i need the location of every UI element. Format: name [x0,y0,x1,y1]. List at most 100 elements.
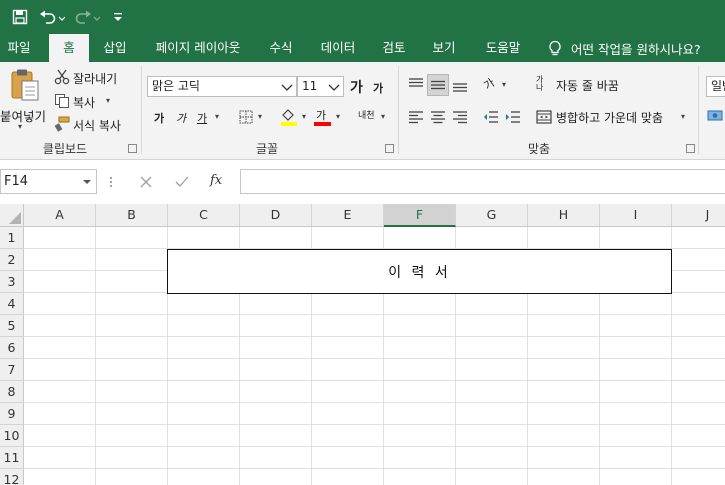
column-header[interactable]: A [24,204,96,227]
phonetic-dropdown-icon[interactable]: ▾ [381,112,385,121]
font-size-value: 11 [302,79,318,93]
orientation-button[interactable]: 가 [480,75,497,94]
format-painter-icon[interactable] [54,116,70,132]
column-header[interactable]: F [384,204,456,227]
tab-view[interactable]: 보기 [426,34,462,62]
copy-button[interactable]: 복사 [73,94,95,111]
row-header[interactable]: 3 [0,271,24,293]
merged-title-cell[interactable]: 이 력 서 [167,249,672,294]
top-align-icon[interactable] [406,74,426,94]
row-header[interactable]: 1 [0,227,24,249]
row-header[interactable]: 6 [0,337,24,359]
align-left-icon[interactable] [406,108,426,126]
row-header[interactable]: 12 [0,469,24,485]
tab-data[interactable]: 데이터 [314,34,362,62]
chevron-down-icon [328,84,340,91]
cut-icon[interactable] [54,69,70,85]
gridline [24,468,725,469]
tab-help[interactable]: 도움말 [478,34,528,62]
phonetic-guide-button[interactable]: 내천 [358,108,375,121]
merge-center-button[interactable]: 병합하고 가운데 맞춤 [556,109,663,126]
increase-indent-icon[interactable] [503,108,523,126]
tab-insert[interactable]: 삽입 [94,34,136,62]
shrink-font-button[interactable]: 가 [373,80,383,96]
row-header[interactable]: 4 [0,293,24,315]
formula-bar: F14 fx [0,161,725,203]
chevron-down-icon [83,180,91,184]
grow-font-button[interactable]: 가 [350,77,363,97]
alignment-launcher-icon[interactable] [686,144,695,153]
column-header[interactable]: E [312,204,384,227]
column-header[interactable]: I [600,204,672,227]
row-header[interactable]: 10 [0,425,24,447]
borders-dropdown-icon[interactable]: ▾ [258,112,262,121]
decrease-indent-icon[interactable] [481,108,501,126]
copy-dropdown-icon[interactable]: ▾ [106,96,110,105]
font-color-dropdown-icon[interactable]: ▾ [336,112,340,121]
row-header[interactable]: 5 [0,315,24,337]
formula-input[interactable] [240,169,725,194]
accounting-format-icon[interactable] [707,108,725,124]
column-header[interactable]: G [456,204,528,227]
column-header[interactable]: J [672,204,725,227]
copy-icon[interactable] [54,93,70,109]
tab-file[interactable]: 파일 [0,34,38,62]
lightbulb-icon [549,40,561,55]
font-launcher-icon[interactable] [385,144,394,153]
enter-icon[interactable] [174,174,190,190]
fill-color-dropdown-icon[interactable]: ▾ [302,112,306,121]
cut-button[interactable]: 잘라내기 [73,70,117,87]
number-format-select[interactable]: 일반 [706,76,725,97]
formula-bar-grip-icon[interactable] [110,175,112,189]
merge-center-icon[interactable] [535,108,553,126]
row-header[interactable]: 9 [0,403,24,425]
undo-icon[interactable] [38,6,66,28]
cancel-icon[interactable] [138,174,154,190]
underline-button[interactable]: 가 [197,110,207,126]
tab-formulas[interactable]: 수식 [262,34,300,62]
customize-qat-icon[interactable] [110,6,126,28]
alignment-group-label: 맞춤 [527,142,551,156]
row-header[interactable]: 11 [0,447,24,469]
save-icon[interactable] [10,6,30,28]
underline-dropdown-icon[interactable]: ▾ [215,112,219,121]
font-size-select[interactable]: 11 [297,76,344,97]
paste-dropdown-icon[interactable]: ▾ [18,122,22,131]
tell-me-box[interactable]: 어떤 작업을 원하시나요? [548,34,701,62]
merge-dropdown-icon[interactable]: ▾ [681,112,685,121]
column-header[interactable]: C [168,204,240,227]
select-all-corner[interactable] [0,204,24,227]
fill-color-icon[interactable] [280,107,298,127]
name-box[interactable]: F14 [0,169,97,194]
paste-button[interactable]: 붙여넣기 [0,106,46,125]
tab-home[interactable]: 홈 [49,34,89,62]
format-painter-button[interactable]: 서식 복사 [73,117,121,134]
orientation-dropdown-icon[interactable]: ▾ [502,80,506,89]
italic-button[interactable]: 가 [176,110,186,126]
bottom-align-icon[interactable] [450,76,470,96]
redo-icon[interactable] [74,6,102,28]
tab-review[interactable]: 검토 [376,34,412,62]
paste-icon[interactable] [6,68,42,102]
row-header[interactable]: 2 [0,249,24,271]
tab-page-layout[interactable]: 페이지 레이아웃 [148,34,248,62]
column-header[interactable]: B [96,204,168,227]
borders-icon[interactable] [238,109,254,125]
row-header[interactable]: 7 [0,359,24,381]
row-header[interactable]: 8 [0,381,24,403]
clipboard-launcher-icon[interactable] [128,144,137,153]
worksheet-grid[interactable]: A B C D E F G H I J 1 2 3 4 5 6 7 8 9 10 11 12 이 력 서 [0,204,725,485]
font-color-button[interactable]: 가 [316,107,326,123]
middle-align-icon[interactable] [427,74,449,96]
align-right-icon[interactable] [450,108,470,126]
column-header[interactable]: H [528,204,600,227]
align-center-icon[interactable] [428,108,448,126]
gridline [24,424,725,425]
wrap-text-button[interactable]: 자동 줄 바꿈 [556,77,619,94]
insert-function-button[interactable]: fx [210,173,222,188]
bold-button[interactable]: 가 [154,110,164,126]
gridline [24,402,725,403]
font-name-select[interactable]: 맑은 고딕 [147,76,297,97]
gridline [24,336,725,337]
column-header[interactable]: D [240,204,312,227]
